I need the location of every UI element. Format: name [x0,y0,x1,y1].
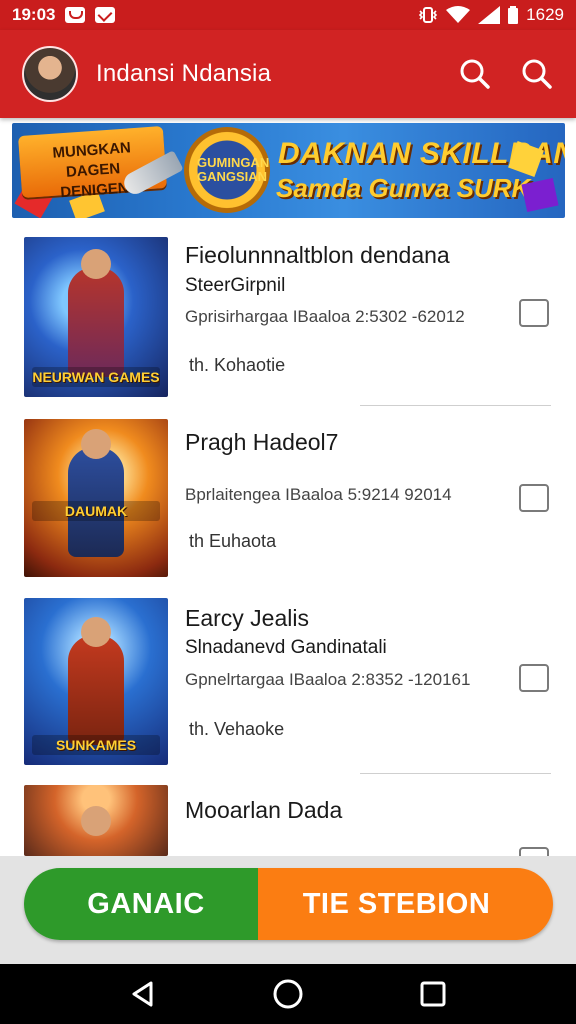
list-item[interactable]: Mooarlan Dada [0,775,576,875]
search-button-2[interactable] [520,57,554,91]
vibrate-icon [418,6,438,24]
bottom-action-bar: GANAIC TIE STEBION [0,856,576,964]
app-actions [458,57,554,91]
battery-icon [508,6,519,24]
search-button[interactable] [458,57,492,91]
divider [360,773,551,774]
game-thumbnail[interactable]: DAUMAK [24,419,168,577]
game-thumbnail[interactable]: NEURWAN GAMES [24,237,168,397]
item-meta: Gpnelrtargaa IBaaloa 2:8352 -120161 [185,670,471,689]
item-subtitle: SteerGirpnil [185,275,286,296]
banner-medal-text: GUMINGAN GANGSIAN [197,155,270,184]
item-meta: Gprisirhargaa IBaaloa 2:5302 -62012 [185,307,465,326]
banner-subline: Samda Gunva SURK [276,173,531,203]
home-button[interactable] [268,974,308,1014]
banner-decoration [521,177,559,213]
left-action-button[interactable]: GANAIC [24,868,258,940]
system-nav-bar [0,964,576,1024]
app-bar: Indansi Ndansia [0,30,576,118]
status-right: 1629 [418,5,564,25]
battery-level: 1629 [526,5,564,24]
item-subtitle: Slnadanevd Gandinatali [185,637,387,658]
divider [360,405,551,406]
home-icon [273,979,303,1009]
recents-icon [420,981,446,1007]
item-title: Earcy Jealis [185,605,309,631]
item-title: Pragh Hadeol7 [185,429,339,455]
item-footer: th. Kohaotie [189,355,286,375]
recents-button[interactable] [413,974,453,1014]
right-action-button[interactable]: TIE STEBION [258,868,553,940]
banner-medal: GUMINGAN GANGSIAN [184,127,270,213]
app-title: Indansi Ndansia [96,60,272,87]
back-icon [132,981,153,1007]
mail-icon [95,7,116,23]
signal-icon [478,6,501,24]
item-title: Fieolunnnaltblon dendana [185,242,450,268]
item-footer: th. Vehaoke [189,719,285,739]
list-item[interactable]: NEURWAN GAMES Fieolunnnaltblon dendana S… [0,225,576,406]
wifi-icon [446,6,471,24]
message-icon [65,7,86,23]
status-time: 19:03 [12,5,56,24]
game-thumbnail[interactable] [24,785,168,856]
item-checkbox[interactable] [519,299,549,327]
list-item[interactable]: DAUMAK Pragh Hadeol7 Bprlaitengea IBaalo… [0,407,576,587]
item-checkbox[interactable] [519,664,549,692]
item-meta: Bprlaitengea IBaaloa 5:9214 92014 [185,485,452,504]
game-thumbnail[interactable]: SUNKAMES [24,598,168,765]
avatar[interactable] [22,46,78,102]
promo-banner[interactable]: MUNGKAN DAGEN DENIGEN GUMINGAN GANGSIAN … [12,123,565,218]
status-left: 19:03 [12,5,116,25]
list-item[interactable]: SUNKAMES Earcy Jealis Slnadanevd Gandina… [0,587,576,775]
back-button[interactable] [123,974,163,1014]
action-pill: GANAIC TIE STEBION [24,868,553,940]
thumbnail-caption: SUNKAMES [32,735,160,755]
item-title: Mooarlan Dada [185,797,343,823]
thumbnail-caption: NEURWAN GAMES [32,367,160,387]
screen: 19:03 1629 Indansi Ndansia MUNGKAN DAGEN… [0,0,576,1024]
search-icon [522,59,552,89]
item-footer: th Euhaota [189,531,277,551]
search-icon [460,59,490,89]
item-checkbox[interactable] [519,484,549,512]
thumbnail-caption: DAUMAK [32,501,160,521]
status-bar: 19:03 1629 [0,0,576,30]
